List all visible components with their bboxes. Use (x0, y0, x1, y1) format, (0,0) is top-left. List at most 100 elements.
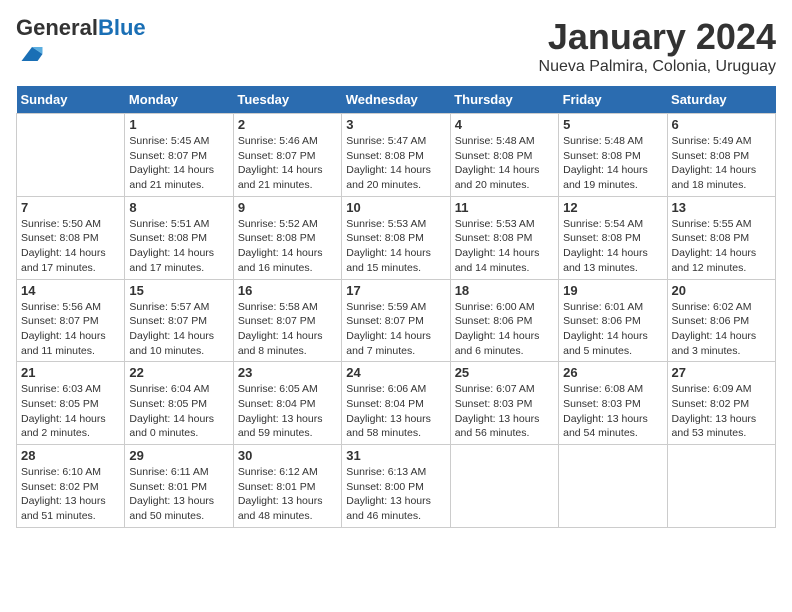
day-number: 16 (238, 283, 337, 298)
calendar-cell: 13 Sunrise: 5:55 AM Sunset: 8:08 PM Dayli… (667, 196, 775, 279)
weekday-header: Wednesday (342, 86, 450, 114)
day-detail: Sunrise: 6:02 AM Sunset: 8:06 PM Dayligh… (672, 300, 771, 359)
weekday-header: Thursday (450, 86, 558, 114)
calendar-cell: 18 Sunrise: 6:00 AM Sunset: 8:06 PM Dayli… (450, 279, 558, 362)
day-number: 2 (238, 117, 337, 132)
weekday-header: Sunday (17, 86, 125, 114)
calendar-cell: 14 Sunrise: 5:56 AM Sunset: 8:07 PM Dayli… (17, 279, 125, 362)
day-detail: Sunrise: 6:04 AM Sunset: 8:05 PM Dayligh… (129, 382, 228, 441)
day-detail: Sunrise: 5:56 AM Sunset: 8:07 PM Dayligh… (21, 300, 120, 359)
calendar-cell: 6 Sunrise: 5:49 AM Sunset: 8:08 PM Daylig… (667, 114, 775, 197)
day-number: 13 (672, 200, 771, 215)
day-number: 22 (129, 365, 228, 380)
day-detail: Sunrise: 6:01 AM Sunset: 8:06 PM Dayligh… (563, 300, 662, 359)
day-number: 19 (563, 283, 662, 298)
day-number: 26 (563, 365, 662, 380)
calendar-cell: 9Sunrise: 5:52 AM Sunset: 8:08 PM Daylig… (233, 196, 341, 279)
day-number: 30 (238, 448, 337, 463)
day-detail: Sunrise: 5:51 AM Sunset: 8:08 PM Dayligh… (129, 217, 228, 276)
calendar-cell: 11Sunrise: 5:53 AM Sunset: 8:08 PM Dayli… (450, 196, 558, 279)
logo-icon (18, 40, 46, 68)
location: Nueva Palmira, Colonia, Uruguay (539, 58, 776, 76)
calendar-week-row: 1 Sunrise: 5:45 AM Sunset: 8:07 PM Daylig… (17, 114, 776, 197)
day-number: 29 (129, 448, 228, 463)
day-number: 6 (672, 117, 771, 132)
day-number: 3 (346, 117, 445, 132)
weekday-header: Tuesday (233, 86, 341, 114)
calendar-cell: 24 Sunrise: 6:06 AM Sunset: 8:04 PM Dayli… (342, 362, 450, 445)
calendar-week-row: 28 Sunrise: 6:10 AM Sunset: 8:02 PM Dayli… (17, 445, 776, 528)
day-number: 1 (129, 117, 228, 132)
calendar-cell: 27Sunrise: 6:09 AM Sunset: 8:02 PM Dayli… (667, 362, 775, 445)
calendar-cell (667, 445, 775, 528)
calendar-cell (17, 114, 125, 197)
calendar-week-row: 14 Sunrise: 5:56 AM Sunset: 8:07 PM Dayli… (17, 279, 776, 362)
logo-text: GeneralBlue (16, 16, 146, 40)
day-detail: Sunrise: 5:49 AM Sunset: 8:08 PM Dayligh… (672, 134, 771, 193)
day-detail: Sunrise: 5:45 AM Sunset: 8:07 PM Dayligh… (129, 134, 228, 193)
day-number: 5 (563, 117, 662, 132)
calendar-cell: 25 Sunrise: 6:07 AM Sunset: 8:03 PM Dayli… (450, 362, 558, 445)
calendar-cell: 7Sunrise: 5:50 AM Sunset: 8:08 PM Daylig… (17, 196, 125, 279)
day-detail: Sunrise: 6:05 AM Sunset: 8:04 PM Dayligh… (238, 382, 337, 441)
calendar-cell: 8 Sunrise: 5:51 AM Sunset: 8:08 PM Daylig… (125, 196, 233, 279)
day-detail: Sunrise: 5:46 AM Sunset: 8:07 PM Dayligh… (238, 134, 337, 193)
day-detail: Sunrise: 6:12 AM Sunset: 8:01 PM Dayligh… (238, 465, 337, 524)
calendar-cell: 3 Sunrise: 5:47 AM Sunset: 8:08 PM Daylig… (342, 114, 450, 197)
calendar-cell: 31 Sunrise: 6:13 AM Sunset: 8:00 PM Dayli… (342, 445, 450, 528)
calendar-week-row: 21Sunrise: 6:03 AM Sunset: 8:05 PM Dayli… (17, 362, 776, 445)
day-detail: Sunrise: 6:00 AM Sunset: 8:06 PM Dayligh… (455, 300, 554, 359)
day-detail: Sunrise: 5:50 AM Sunset: 8:08 PM Dayligh… (21, 217, 120, 276)
day-number: 9 (238, 200, 337, 215)
day-number: 8 (129, 200, 228, 215)
day-detail: Sunrise: 5:53 AM Sunset: 8:08 PM Dayligh… (455, 217, 554, 276)
day-number: 24 (346, 365, 445, 380)
day-number: 17 (346, 283, 445, 298)
day-detail: Sunrise: 6:07 AM Sunset: 8:03 PM Dayligh… (455, 382, 554, 441)
day-number: 10 (346, 200, 445, 215)
day-detail: Sunrise: 6:10 AM Sunset: 8:02 PM Dayligh… (21, 465, 120, 524)
calendar-cell: 12Sunrise: 5:54 AM Sunset: 8:08 PM Dayli… (559, 196, 667, 279)
calendar-cell (559, 445, 667, 528)
day-detail: Sunrise: 5:59 AM Sunset: 8:07 PM Dayligh… (346, 300, 445, 359)
page-header: GeneralBlue January 2024 Nueva Palmira, … (16, 16, 776, 76)
day-detail: Sunrise: 6:03 AM Sunset: 8:05 PM Dayligh… (21, 382, 120, 441)
calendar-cell: 19 Sunrise: 6:01 AM Sunset: 8:06 PM Dayli… (559, 279, 667, 362)
weekday-header-row: SundayMondayTuesdayWednesdayThursdayFrid… (17, 86, 776, 114)
day-detail: Sunrise: 6:06 AM Sunset: 8:04 PM Dayligh… (346, 382, 445, 441)
calendar-cell: 20 Sunrise: 6:02 AM Sunset: 8:06 PM Dayli… (667, 279, 775, 362)
calendar-table: SundayMondayTuesdayWednesdayThursdayFrid… (16, 86, 776, 528)
month-title: January 2024 (539, 16, 776, 58)
day-detail: Sunrise: 5:47 AM Sunset: 8:08 PM Dayligh… (346, 134, 445, 193)
calendar-cell: 5 Sunrise: 5:48 AM Sunset: 8:08 PM Daylig… (559, 114, 667, 197)
calendar-cell: 2 Sunrise: 5:46 AM Sunset: 8:07 PM Daylig… (233, 114, 341, 197)
calendar-cell: 10 Sunrise: 5:53 AM Sunset: 8:08 PM Dayli… (342, 196, 450, 279)
day-number: 31 (346, 448, 445, 463)
calendar-cell: 30 Sunrise: 6:12 AM Sunset: 8:01 PM Dayli… (233, 445, 341, 528)
day-number: 14 (21, 283, 120, 298)
day-detail: Sunrise: 6:13 AM Sunset: 8:00 PM Dayligh… (346, 465, 445, 524)
calendar-week-row: 7Sunrise: 5:50 AM Sunset: 8:08 PM Daylig… (17, 196, 776, 279)
logo-general: General (16, 15, 98, 40)
calendar-cell: 4Sunrise: 5:48 AM Sunset: 8:08 PM Daylig… (450, 114, 558, 197)
calendar-cell: 15 Sunrise: 5:57 AM Sunset: 8:07 PM Dayli… (125, 279, 233, 362)
day-detail: Sunrise: 6:11 AM Sunset: 8:01 PM Dayligh… (129, 465, 228, 524)
day-number: 12 (563, 200, 662, 215)
weekday-header: Saturday (667, 86, 775, 114)
day-number: 15 (129, 283, 228, 298)
logo: GeneralBlue (16, 16, 146, 73)
calendar-cell: 23Sunrise: 6:05 AM Sunset: 8:04 PM Dayli… (233, 362, 341, 445)
day-number: 20 (672, 283, 771, 298)
day-detail: Sunrise: 5:48 AM Sunset: 8:08 PM Dayligh… (563, 134, 662, 193)
calendar-cell: 22 Sunrise: 6:04 AM Sunset: 8:05 PM Dayli… (125, 362, 233, 445)
day-number: 25 (455, 365, 554, 380)
day-number: 28 (21, 448, 120, 463)
day-detail: Sunrise: 5:55 AM Sunset: 8:08 PM Dayligh… (672, 217, 771, 276)
day-detail: Sunrise: 5:57 AM Sunset: 8:07 PM Dayligh… (129, 300, 228, 359)
day-number: 18 (455, 283, 554, 298)
day-detail: Sunrise: 5:53 AM Sunset: 8:08 PM Dayligh… (346, 217, 445, 276)
day-number: 4 (455, 117, 554, 132)
weekday-header: Monday (125, 86, 233, 114)
calendar-cell (450, 445, 558, 528)
calendar-cell: 1 Sunrise: 5:45 AM Sunset: 8:07 PM Daylig… (125, 114, 233, 197)
